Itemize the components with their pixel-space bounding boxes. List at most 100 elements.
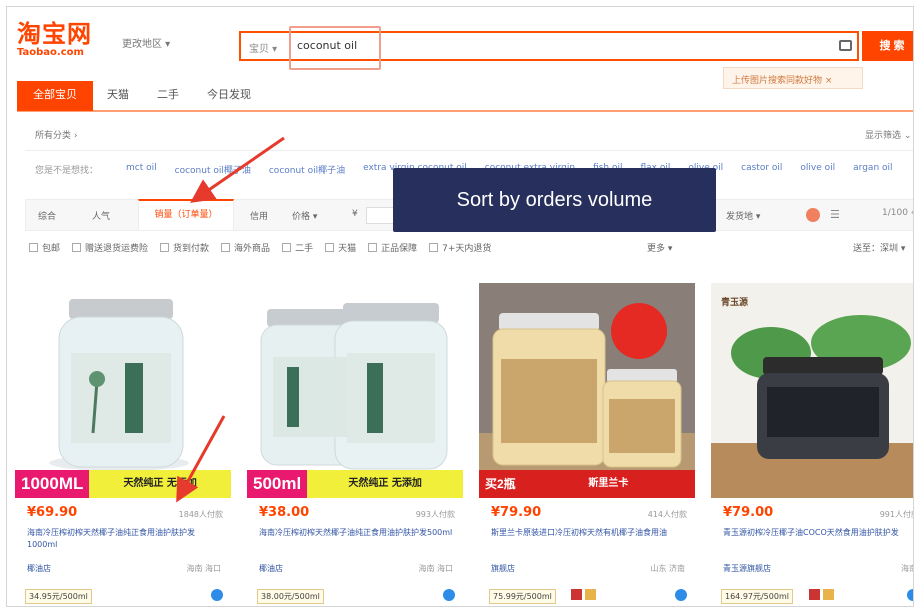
product-image[interactable]: 青玉源	[711, 283, 913, 498]
sort-credit[interactable]: 信用	[250, 209, 268, 222]
gold-seller-icon	[585, 589, 596, 600]
unit-price: 75.99元/500ml	[489, 589, 556, 604]
promo-banner: 买2瓶 斯里兰卡	[479, 470, 695, 498]
checkbox-label: 正品保障	[381, 244, 418, 254]
unit-price: 164.97元/500ml	[721, 589, 793, 604]
more-filters-link[interactable]: 更多 ▾	[647, 241, 672, 254]
tab-secondhand[interactable]: 二手	[143, 81, 193, 111]
promo-slogan: 天然纯正 无添加	[307, 470, 463, 498]
related-item[interactable]: argan oil	[853, 163, 892, 176]
checkbox-box[interactable]	[160, 243, 170, 252]
shop-name[interactable]: 青玉源旗舰店	[723, 563, 771, 574]
search-scope-dropdown[interactable]: 宝贝 ▾	[249, 40, 277, 55]
show-filter-toggle[interactable]: 显示筛选 ⌄	[865, 128, 911, 141]
product-sales-count: 993人付款	[415, 510, 455, 519]
tab-today[interactable]: 今日发现	[193, 81, 265, 111]
all-categories-link[interactable]: 所有分类 ›	[35, 128, 77, 141]
sort-by-sales-tab[interactable]: 销量（订单量）	[138, 199, 234, 231]
price-currency: ¥	[352, 209, 358, 219]
shop-location: 山东 济南	[650, 564, 685, 573]
browser-frame: 淘宝网 Taobao.com 更改地区 ▾ 宝贝 ▾ coconut oil 搜…	[6, 6, 914, 607]
chat-icon[interactable]	[211, 589, 223, 601]
grid-view-icon[interactable]	[806, 208, 820, 222]
checkbox-box[interactable]	[325, 243, 335, 252]
checkbox-tmall[interactable]: 天猫	[325, 241, 356, 254]
shop-location: 海南 海口	[186, 564, 221, 573]
annotation-tooltip: Sort by orders volume	[393, 168, 716, 232]
related-item[interactable]: olive oil	[800, 163, 835, 176]
checkbox-box[interactable]	[72, 243, 82, 252]
checkbox-returns[interactable]: 7+天内退货	[429, 241, 491, 254]
logo-english: Taobao.com	[17, 47, 84, 58]
checkbox-free-shipping[interactable]: 包邮	[29, 241, 60, 254]
tab-tmall[interactable]: 天猫	[93, 81, 143, 111]
product-image[interactable]: 买2瓶 斯里兰卡	[479, 283, 695, 498]
coconut-oil-jars-image	[247, 283, 463, 498]
related-item[interactable]: coconut oil椰子油	[175, 163, 251, 176]
product-title[interactable]: 海南冷压榨初榨天然椰子油纯正食用油护肤护发500ml	[259, 527, 455, 551]
shop-name[interactable]: 椰油店	[27, 563, 51, 574]
product-price: ¥38.00	[259, 505, 310, 520]
shop-name[interactable]: 椰油店	[259, 563, 283, 574]
product-price: ¥79.90	[491, 505, 542, 520]
sort-default[interactable]: 综合	[38, 209, 56, 222]
list-view-icon[interactable]: ☰	[830, 208, 840, 221]
sort-popularity[interactable]: 人气	[92, 209, 110, 222]
product-image[interactable]: 1000ML 天然纯正 无添加	[15, 283, 231, 498]
product-title[interactable]: 海南冷压榨初榨天然椰子油纯正食用油护肤护发1000ml	[27, 527, 223, 551]
chat-icon[interactable]	[907, 589, 913, 601]
related-label: 您是不是想找：	[35, 166, 99, 176]
promo-banner: 1000ML 天然纯正 无添加	[15, 470, 231, 498]
checkbox-return-insurance[interactable]: 赠送退货运费险	[72, 241, 148, 254]
ship-from-dropdown[interactable]: 发货地 ▾	[726, 209, 760, 222]
product-sales-count: 414人付款	[647, 510, 687, 519]
product-title[interactable]: 青玉源初榨冷压椰子油COCO天然食用油护肤护发	[723, 527, 913, 551]
related-item[interactable]: coconut oil椰子油	[269, 163, 345, 176]
product-title[interactable]: 斯里兰卡原装进口冷压初榨天然有机椰子油食用油	[491, 527, 687, 551]
checkbox-label: 货到付款	[173, 244, 210, 254]
checkbox-secondhand[interactable]: 二手	[282, 241, 313, 254]
coconut-oil-jars-image	[479, 283, 695, 498]
chat-icon[interactable]	[443, 589, 455, 601]
checkbox-box[interactable]	[368, 243, 378, 252]
ship-to-selector[interactable]: 送至：深圳 ▾	[853, 241, 905, 254]
checkbox-box[interactable]	[429, 243, 439, 252]
checkbox-label: 海外商品	[234, 244, 271, 254]
tabs-underline	[17, 110, 913, 112]
checkbox-label: 包邮	[42, 244, 61, 254]
checkbox-label: 赠送退货运费险	[85, 244, 149, 254]
product-card[interactable]: 1000ML 天然纯正 无添加 ¥69.90 1848人付款 海南冷压榨初榨天然…	[15, 283, 231, 606]
promo-banner: 500ml 天然纯正 无添加	[247, 470, 463, 498]
product-card[interactable]: 500ml 天然纯正 无添加 ¥38.00 993人付款 海南冷压榨初榨天然椰子…	[247, 283, 463, 606]
query-highlight-box	[289, 26, 381, 70]
pager[interactable]: 1/100 ‹ ›	[882, 208, 913, 218]
related-item[interactable]: mct oil	[126, 163, 157, 176]
image-search-hint[interactable]: 上传图片搜索同款好物 ×	[723, 67, 863, 89]
main-tabs: 全部宝贝 天猫 二手 今日发现	[17, 81, 265, 111]
product-card[interactable]: 买2瓶 斯里兰卡 ¥79.90 414人付款 斯里兰卡原装进口冷压初榨天然有机椰…	[479, 283, 695, 606]
related-item[interactable]: castor oil	[741, 163, 782, 176]
divider	[25, 150, 913, 151]
checkbox-genuine[interactable]: 正品保障	[368, 241, 417, 254]
checkbox-box[interactable]	[29, 243, 38, 252]
checkbox-box[interactable]	[221, 243, 231, 252]
unit-price: 38.00元/500ml	[257, 589, 324, 604]
checkbox-label: 天猫	[338, 244, 357, 254]
checkbox-cod[interactable]: 货到付款	[160, 241, 209, 254]
shop-location: 海南 海口	[418, 564, 453, 573]
promo-slogan: 天然纯正 无添加	[89, 470, 231, 498]
camera-icon[interactable]	[839, 40, 852, 51]
shop-name[interactable]: 旗舰店	[491, 563, 515, 574]
region-selector[interactable]: 更改地区 ▾	[122, 35, 170, 50]
chat-icon[interactable]	[675, 589, 687, 601]
logo-chinese: 淘宝网	[17, 20, 92, 48]
product-card[interactable]: 青玉源 ¥79.00 991人付款 青玉源初榨冷压椰子油COCO天然食用油护肤护…	[711, 283, 913, 606]
coconut-oil-jar-image	[711, 283, 913, 498]
checkbox-box[interactable]	[282, 243, 292, 252]
checkbox-overseas[interactable]: 海外商品	[221, 241, 270, 254]
taobao-logo[interactable]: 淘宝网 Taobao.com	[17, 21, 109, 67]
product-image[interactable]: 500ml 天然纯正 无添加	[247, 283, 463, 498]
search-button[interactable]: 搜 索	[862, 31, 913, 61]
sort-price[interactable]: 价格 ▾	[292, 209, 317, 222]
tab-all-items[interactable]: 全部宝贝	[17, 81, 93, 111]
